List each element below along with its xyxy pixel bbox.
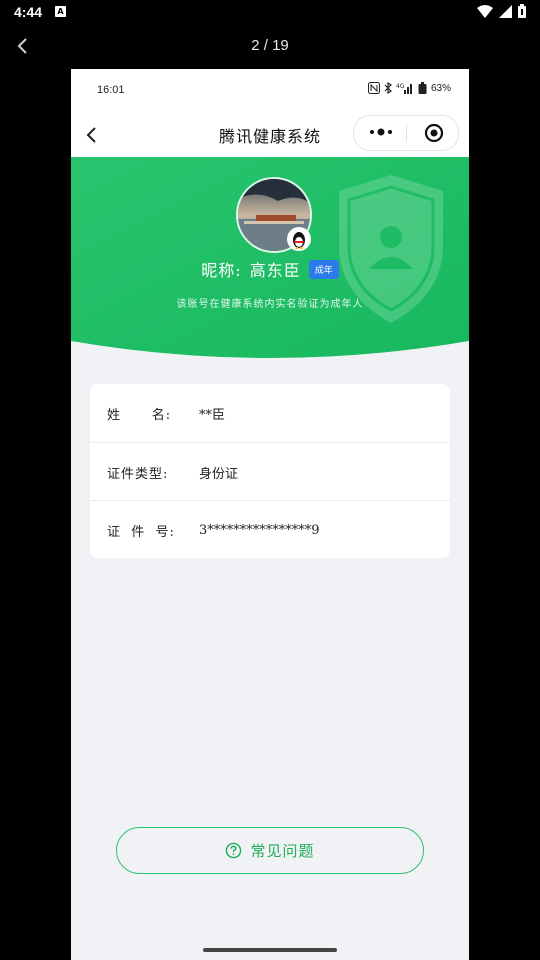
info-row-name: 姓 名: **臣 — [90, 384, 450, 442]
cellular-signal-icon: 4G — [396, 83, 412, 94]
bluetooth-icon — [384, 82, 392, 94]
mini-program-nav-bar: 腾讯健康系统 — [71, 113, 469, 157]
system-status-icons — [477, 4, 526, 18]
profile-header: 昵称: 高东臣 成年 该账号在健康系统内实名验证为成年人 — [71, 157, 469, 361]
faq-label: 常见问题 — [250, 842, 315, 860]
name-label: 姓 名: — [107, 407, 172, 423]
phone-status-icons: 4G 63% — [367, 82, 451, 94]
svg-text:4G: 4G — [396, 83, 405, 90]
system-status-bar: 4:44 A — [0, 0, 540, 26]
name-value: **臣 — [199, 407, 226, 423]
id-type-value: 身份证 — [199, 466, 239, 482]
capsule-divider — [406, 124, 407, 142]
nickname-value: 高东臣 — [249, 261, 301, 280]
signal-icon — [499, 4, 512, 18]
id-number-value: 3****************9 — [199, 522, 320, 538]
mini-program-capsule — [353, 115, 459, 151]
phone-status-bar: 16:01 4G 63% — [71, 69, 469, 113]
home-indicator — [203, 948, 337, 952]
system-time: 4:44 — [14, 4, 43, 20]
info-row-id-type: 证件类型: 身份证 — [90, 442, 450, 501]
adult-badge: 成年 — [308, 259, 339, 279]
identity-info-card: 姓 名: **臣 证件类型: 身份证 证 件 号: 3*************… — [90, 384, 450, 558]
wifi-icon — [477, 4, 493, 18]
close-mini-program-icon[interactable] — [424, 123, 444, 143]
phone-battery-icon — [418, 82, 427, 94]
image-counter: 2 / 19 — [251, 37, 289, 54]
nickname-label: 昵称: — [201, 261, 242, 280]
screenshot-image: 16:01 4G 63% 腾讯健康系统 昵称: 高东臣 成年 该账号在健康系统内… — [71, 69, 469, 960]
id-number-label: 证 件 号: — [107, 524, 175, 540]
faq-button[interactable]: 常见问题 — [116, 827, 424, 874]
notification-icon: A — [55, 6, 66, 17]
more-icon[interactable] — [368, 126, 394, 138]
nickname-row: 昵称: 高东臣 成年 — [71, 257, 469, 281]
battery-percent: 63% — [430, 82, 451, 94]
nfc-icon — [367, 82, 380, 94]
question-circle-icon — [226, 842, 242, 859]
phone-time: 16:01 — [97, 84, 125, 96]
battery-icon — [518, 4, 526, 18]
info-row-id-number: 证 件 号: 3****************9 — [90, 500, 450, 559]
verification-note: 该账号在健康系统内实名验证为成年人 — [176, 299, 364, 310]
qq-penguin-icon — [287, 227, 311, 251]
id-type-label: 证件类型: — [107, 466, 169, 482]
